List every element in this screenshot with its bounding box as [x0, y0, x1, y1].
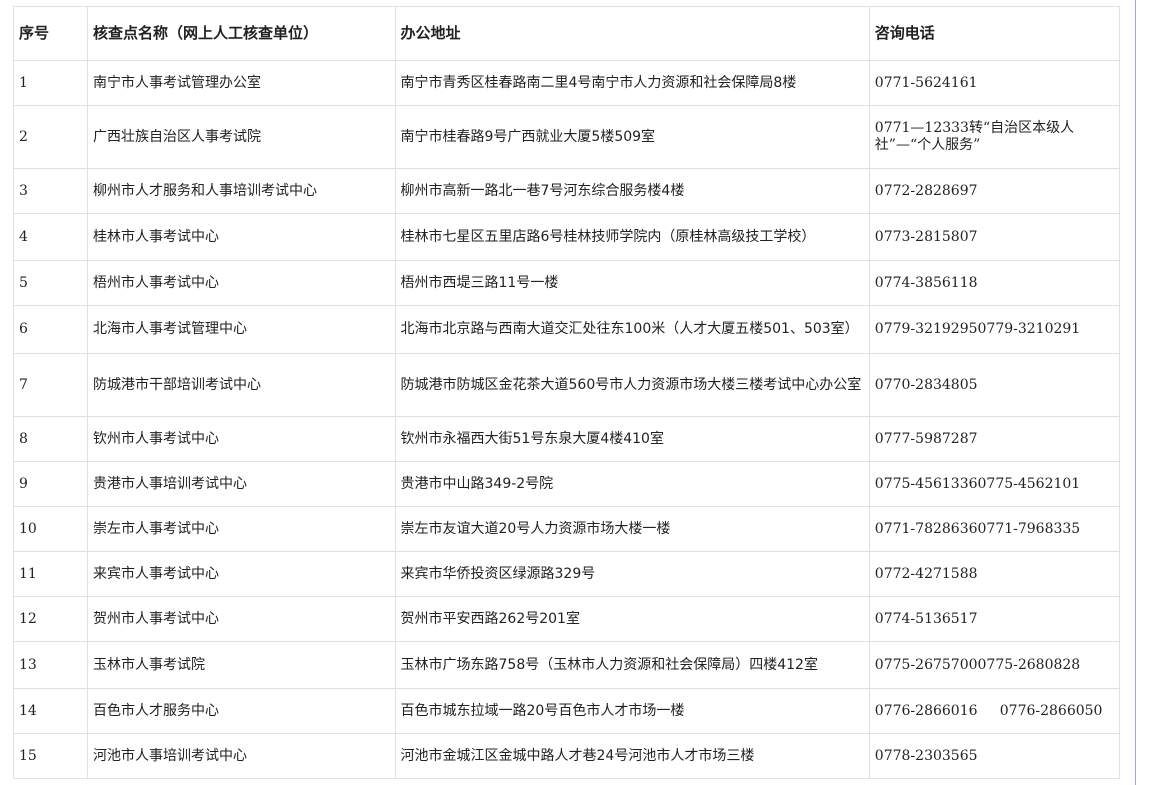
table-row: 13 玉林市人事考试院 玉林市广场东路758号（玉林市人力资源和社会保障局）四楼41… [13, 641, 1121, 689]
row-phone: 0772-4271588 [868, 551, 1121, 597]
row-no: 14 [13, 688, 88, 734]
row-address: 贺州市平安西路262号201室 [394, 596, 870, 642]
row-address: 梧州市西堤三路11号一楼 [394, 260, 870, 306]
page-right-border [1135, 0, 1136, 785]
row-no: 12 [13, 596, 88, 642]
row-name: 贵港市人事培训考试中心 [87, 461, 396, 507]
row-no: 5 [13, 260, 88, 306]
table-row: 5 梧州市人事考试中心 梧州市西堤三路11号一楼 0774-3856118 [13, 260, 1121, 306]
table-row: 7 防城港市干部培训考试中心 防城港市防城区金花茶大道560号市人力资源市场大楼三楼… [13, 353, 1121, 417]
row-name: 钦州市人事考试中心 [87, 416, 396, 462]
row-no: 7 [13, 353, 88, 417]
row-phone: 0774-3856118 [868, 260, 1121, 306]
table-row: 12 贺州市人事考试中心 贺州市平安西路262号201室 0774-5136517 [13, 596, 1121, 642]
header-name: 核查点名称（网上人工核查单位） [87, 6, 396, 61]
row-phone: 0771-5624161 [868, 60, 1121, 106]
row-name: 百色市人才服务中心 [87, 688, 396, 734]
row-name: 桂林市人事考试中心 [87, 213, 396, 261]
row-no: 4 [13, 213, 88, 261]
row-address: 南宁市青秀区桂春路南二里4号南宁市人力资源和社会保障局8楼 [394, 60, 870, 106]
row-address: 钦州市永福西大街51号东泉大厦4楼410室 [394, 416, 870, 462]
table-row: 2 广西壮族自治区人事考试院 南宁市桂春路9号广西就业大厦5楼509室 0771—12… [13, 105, 1121, 169]
row-address: 崇左市友谊大道20号人力资源市场大楼一楼 [394, 506, 870, 552]
table-row: 3 柳州市人才服务和人事培训考试中心 柳州市高新一路北一巷7号河东综合服务楼4楼 07… [13, 168, 1121, 214]
row-address: 百色市城东拉域一路20号百色市人才市场一楼 [394, 688, 870, 734]
row-no: 15 [13, 733, 88, 779]
row-name: 柳州市人才服务和人事培训考试中心 [87, 168, 396, 214]
row-phone: 0775-26757000775-2680828 [868, 641, 1121, 689]
row-no: 2 [13, 105, 88, 169]
row-no: 1 [13, 60, 88, 106]
row-phone: 0776-2866016 0776-2866050 [868, 688, 1121, 734]
table-header-row: 序号 核查点名称（网上人工核查单位） 办公地址 咨询电话 [13, 6, 1121, 61]
header-address: 办公地址 [394, 6, 870, 61]
row-phone: 0772-2828697 [868, 168, 1121, 214]
row-address: 北海市北京路与西南大道交汇处往东100米（人才大厦五楼501、503室） [394, 305, 870, 354]
row-phone: 0775-45613360775-4562101 [868, 461, 1121, 507]
row-address: 桂林市七星区五里店路6号桂林技师学院内（原桂林高级技工学校） [394, 213, 870, 261]
inspection-points-table: 序号 核查点名称（网上人工核查单位） 办公地址 咨询电话 1 南宁市人事考试管理办… [13, 6, 1121, 779]
row-name: 南宁市人事考试管理办公室 [87, 60, 396, 106]
row-address: 来宾市华侨投资区绿源路329号 [394, 551, 870, 597]
row-name: 崇左市人事考试中心 [87, 506, 396, 552]
row-no: 10 [13, 506, 88, 552]
row-phone: 0771-78286360771-7968335 [868, 506, 1121, 552]
table-row: 4 桂林市人事考试中心 桂林市七星区五里店路6号桂林技师学院内（原桂林高级技工学校）… [13, 213, 1121, 261]
row-address: 玉林市广场东路758号（玉林市人力资源和社会保障局）四楼412室 [394, 641, 870, 689]
row-name: 广西壮族自治区人事考试院 [87, 105, 396, 169]
row-no: 11 [13, 551, 88, 597]
row-phone: 0777-5987287 [868, 416, 1121, 462]
table-row: 8 钦州市人事考试中心 钦州市永福西大街51号东泉大厦4楼410室 0777-5987… [13, 416, 1121, 462]
row-phone: 0770-2834805 [868, 353, 1121, 417]
row-address: 贵港市中山路349-2号院 [394, 461, 870, 507]
table-row: 9 贵港市人事培训考试中心 贵港市中山路349-2号院 0775-4561336077… [13, 461, 1121, 507]
row-address: 南宁市桂春路9号广西就业大厦5楼509室 [394, 105, 870, 169]
row-name: 河池市人事培训考试中心 [87, 733, 396, 779]
row-name: 玉林市人事考试院 [87, 641, 396, 689]
row-phone: 0778-2303565 [868, 733, 1121, 779]
header-phone: 咨询电话 [868, 6, 1121, 61]
row-no: 6 [13, 305, 88, 354]
row-name: 北海市人事考试管理中心 [87, 305, 396, 354]
row-no: 13 [13, 641, 88, 689]
table-row: 10 崇左市人事考试中心 崇左市友谊大道20号人力资源市场大楼一楼 0771-7828… [13, 506, 1121, 552]
row-name: 贺州市人事考试中心 [87, 596, 396, 642]
row-phone: 0771—12333转“自治区本级人社”—“个人服务” [868, 105, 1121, 169]
table-row: 15 河池市人事培训考试中心 河池市金城江区金城中路人才巷24号河池市人才市场三楼 0… [13, 733, 1121, 779]
row-name: 防城港市干部培训考试中心 [87, 353, 396, 417]
header-no: 序号 [13, 6, 88, 61]
table-row: 11 来宾市人事考试中心 来宾市华侨投资区绿源路329号 0772-4271588 [13, 551, 1121, 597]
row-no: 8 [13, 416, 88, 462]
table-row: 14 百色市人才服务中心 百色市城东拉域一路20号百色市人才市场一楼 0776-286… [13, 688, 1121, 734]
row-address: 防城港市防城区金花茶大道560号市人力资源市场大楼三楼考试中心办公室 [394, 353, 870, 417]
row-name: 来宾市人事考试中心 [87, 551, 396, 597]
table-row: 6 北海市人事考试管理中心 北海市北京路与西南大道交汇处往东100米（人才大厦五楼5… [13, 305, 1121, 354]
row-phone: 0774-5136517 [868, 596, 1121, 642]
row-name: 梧州市人事考试中心 [87, 260, 396, 306]
row-no: 3 [13, 168, 88, 214]
table-row: 1 南宁市人事考试管理办公室 南宁市青秀区桂春路南二里4号南宁市人力资源和社会保障局… [13, 60, 1121, 106]
table-body: 1 南宁市人事考试管理办公室 南宁市青秀区桂春路南二里4号南宁市人力资源和社会保障局… [13, 60, 1121, 779]
row-no: 9 [13, 461, 88, 507]
row-address: 柳州市高新一路北一巷7号河东综合服务楼4楼 [394, 168, 870, 214]
row-address: 河池市金城江区金城中路人才巷24号河池市人才市场三楼 [394, 733, 870, 779]
row-phone: 0779-32192950779-3210291 [868, 305, 1121, 354]
row-phone: 0773-2815807 [868, 213, 1121, 261]
